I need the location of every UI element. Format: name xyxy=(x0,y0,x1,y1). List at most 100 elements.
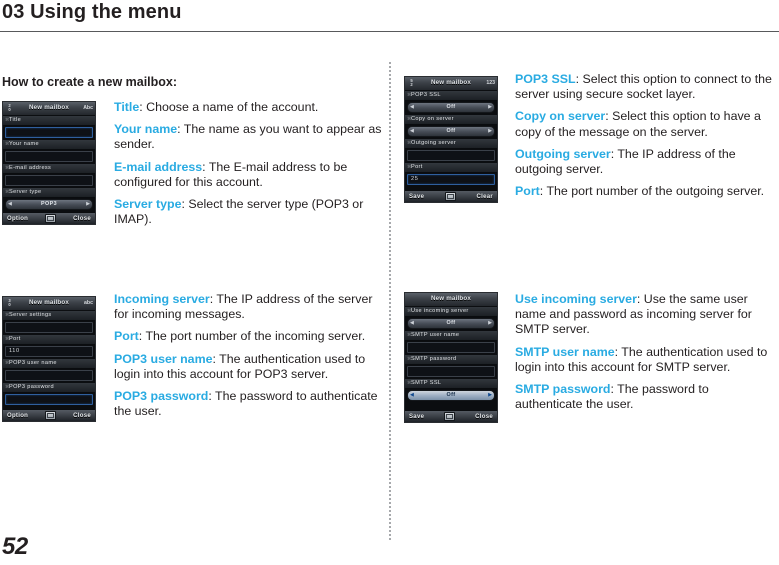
lcd-softkey-bar: Save Close xyxy=(405,410,497,422)
lcd-input-value: 25 xyxy=(411,175,419,182)
lcd-field-label: SMTP SSL xyxy=(411,379,442,386)
envelope-icon[interactable] xyxy=(444,412,456,421)
lcd-softkey-left[interactable]: Option xyxy=(7,216,28,222)
lcd-field-label: Port xyxy=(9,335,21,342)
lcd-field-label: Copy on server xyxy=(411,115,454,122)
lcd-softkey-right[interactable]: Close xyxy=(73,413,91,419)
lcd-text-input[interactable] xyxy=(5,394,93,405)
description-term: Outgoing server xyxy=(515,146,611,161)
lcd-option-spinner[interactable]: ◀ POP3 ▶ xyxy=(5,199,93,210)
description-term: Incoming server xyxy=(114,292,210,306)
lcd-field-label: POP3 password xyxy=(9,383,54,390)
chevron-right-icon[interactable]: ▶ xyxy=(487,321,493,326)
lcd-text-input[interactable]: 25 xyxy=(407,174,495,185)
lcd-softkey-left[interactable]: Option xyxy=(7,413,28,419)
lcd-option-value: POP3 xyxy=(41,200,57,207)
lcd-field-label-row: ⁙ Port xyxy=(3,335,95,345)
description-item: Port: The port number of the incoming se… xyxy=(114,329,386,344)
chevron-right-icon[interactable]: ▶ xyxy=(85,202,91,207)
lcd-field-label: Use incoming server xyxy=(411,307,469,314)
lcd-field-label-row: ⁙ Use incoming server xyxy=(405,307,497,317)
lcd-softkey-right[interactable]: Close xyxy=(73,216,91,222)
lcd-softkey-left[interactable]: Save xyxy=(409,414,424,420)
description-term: Port xyxy=(515,184,540,199)
lcd-text-input[interactable] xyxy=(407,150,495,161)
lcd-option-value: Off xyxy=(446,319,456,326)
lcd-softkey-right[interactable]: Clear xyxy=(476,194,493,200)
chapter-title: 03 Using the menu xyxy=(2,1,182,23)
lcd-text-input[interactable] xyxy=(5,370,93,381)
description-term: SMTP password xyxy=(515,382,611,397)
lcd-title: New mailbox xyxy=(430,79,472,87)
lcd-softkey-bar: Option Close xyxy=(3,409,95,421)
description-item: POP3 password: The password to authentic… xyxy=(114,389,386,419)
lcd-form-body: ⁙ POP3 SSL ◀ Off ▶ ⁙ Copy on server ◀ Off ▶ ⁙ Outgo… xyxy=(405,91,497,185)
description-term: Title xyxy=(114,100,140,114)
lcd-field-label: Port xyxy=(411,163,423,170)
page-number: 52 xyxy=(2,533,28,560)
lcd-title: New mailbox xyxy=(28,104,70,112)
envelope-icon[interactable] xyxy=(444,192,456,201)
lcd-field-label-row: ⁙ Outgoing server xyxy=(405,139,497,149)
description-term: POP3 user name xyxy=(114,351,213,366)
lcd-option-value: Off xyxy=(446,127,456,134)
chevron-right-icon[interactable]: ▶ xyxy=(487,105,493,110)
lcd-field-label: E-mail address xyxy=(9,164,52,171)
lcd-text-input[interactable] xyxy=(407,342,495,353)
description-term: Port xyxy=(114,329,139,344)
lcd-softkey-right[interactable]: Close xyxy=(475,414,493,420)
section-heading: How to create a new mailbox: xyxy=(2,75,178,89)
lcd-text-input[interactable] xyxy=(5,127,93,138)
lcd-form-body: ⁙ Title ⁙ Your name ⁙ E-mail address ⁙ Server t… xyxy=(3,116,95,210)
lcd-field-label: Server type xyxy=(9,188,42,195)
lcd-text-input[interactable] xyxy=(407,366,495,377)
description-term: Use incoming server xyxy=(515,292,637,306)
description-item: POP3 user name: The authentication used … xyxy=(114,352,386,382)
lcd-page-indicator: 30 xyxy=(8,297,11,308)
lcd-text-input[interactable] xyxy=(5,322,93,333)
lcd-form-body: ⁙ Use incoming server ◀ Off ▶ ⁙ SMTP user name… xyxy=(405,307,497,401)
lcd-title-bar: 5 2 New mailbox 123 xyxy=(405,77,497,91)
description-term: Copy on server xyxy=(515,109,606,124)
lcd-field-label-row: ⁙ Server type xyxy=(3,188,95,198)
description-item: Use incoming server: Use the same user n… xyxy=(515,292,779,338)
lcd-text-input[interactable] xyxy=(5,175,93,186)
lcd-text-input[interactable] xyxy=(5,151,93,162)
description-term: E-mail address xyxy=(114,159,203,174)
chevron-right-icon[interactable]: ▶ xyxy=(487,393,493,398)
lcd-input-value: 110 xyxy=(9,347,20,354)
envelope-icon[interactable] xyxy=(45,411,57,420)
lcd-option-spinner[interactable]: ◀ Off ▶ xyxy=(407,126,495,137)
lcd-page-indicator: 52 xyxy=(410,77,413,88)
lcd-option-spinner[interactable]: ◀ Off ▶ xyxy=(407,390,495,401)
lcd-softkey-left[interactable]: Save xyxy=(409,194,424,200)
lcd-field-label: POP3 SSL xyxy=(411,91,441,98)
lcd-field-label-row: ⁙ Copy on server xyxy=(405,115,497,125)
description-list-bottom-left: Incoming server: The IP address of the s… xyxy=(114,292,386,419)
column-divider xyxy=(389,62,391,540)
lcd-field-label-row: ⁙ Server settings xyxy=(3,311,95,321)
lcd-field-label-row: ⁙ POP3 SSL xyxy=(405,91,497,101)
description-term: Server type xyxy=(114,197,182,212)
chevron-right-icon[interactable]: ▶ xyxy=(487,129,493,134)
phone-screenshot-new-mailbox-page4: New mailbox ⁙ Use incoming server ◀ Off ▶ ⁙ SMT… xyxy=(404,292,498,423)
lcd-option-spinner[interactable]: ◀ Off ▶ xyxy=(407,102,495,113)
description-item: Title: Choose a name of the account. xyxy=(114,100,386,115)
lcd-field-label: Title xyxy=(9,116,22,123)
lcd-option-spinner[interactable]: ◀ Off ▶ xyxy=(407,318,495,329)
lcd-title-bar: 2 0 New mailbox Abc xyxy=(3,102,95,116)
description-term: Your name xyxy=(114,122,178,137)
description-term: POP3 password xyxy=(114,389,209,404)
lcd-text-input[interactable]: 110 xyxy=(5,346,93,357)
envelope-icon[interactable] xyxy=(45,214,57,223)
phone-screenshot-new-mailbox-page3: 3 0 New mailbox abc ⁙ Server settings ⁙ Port 110… xyxy=(2,296,96,422)
description-item: Your name: The name as you want to appea… xyxy=(114,122,386,152)
description-term: SMTP user name xyxy=(515,344,615,359)
lcd-input-mode-indicator: 123 xyxy=(486,80,495,86)
description-text: : The port number of the outgoing server… xyxy=(539,184,765,199)
lcd-title-bar: New mailbox xyxy=(405,293,497,307)
lcd-field-label-row: ⁙ E-mail address xyxy=(3,164,95,174)
description-item: POP3 SSL: Select this option to connect … xyxy=(515,72,779,102)
header-divider-rule xyxy=(0,31,779,32)
lcd-input-mode-indicator: abc xyxy=(84,300,93,306)
